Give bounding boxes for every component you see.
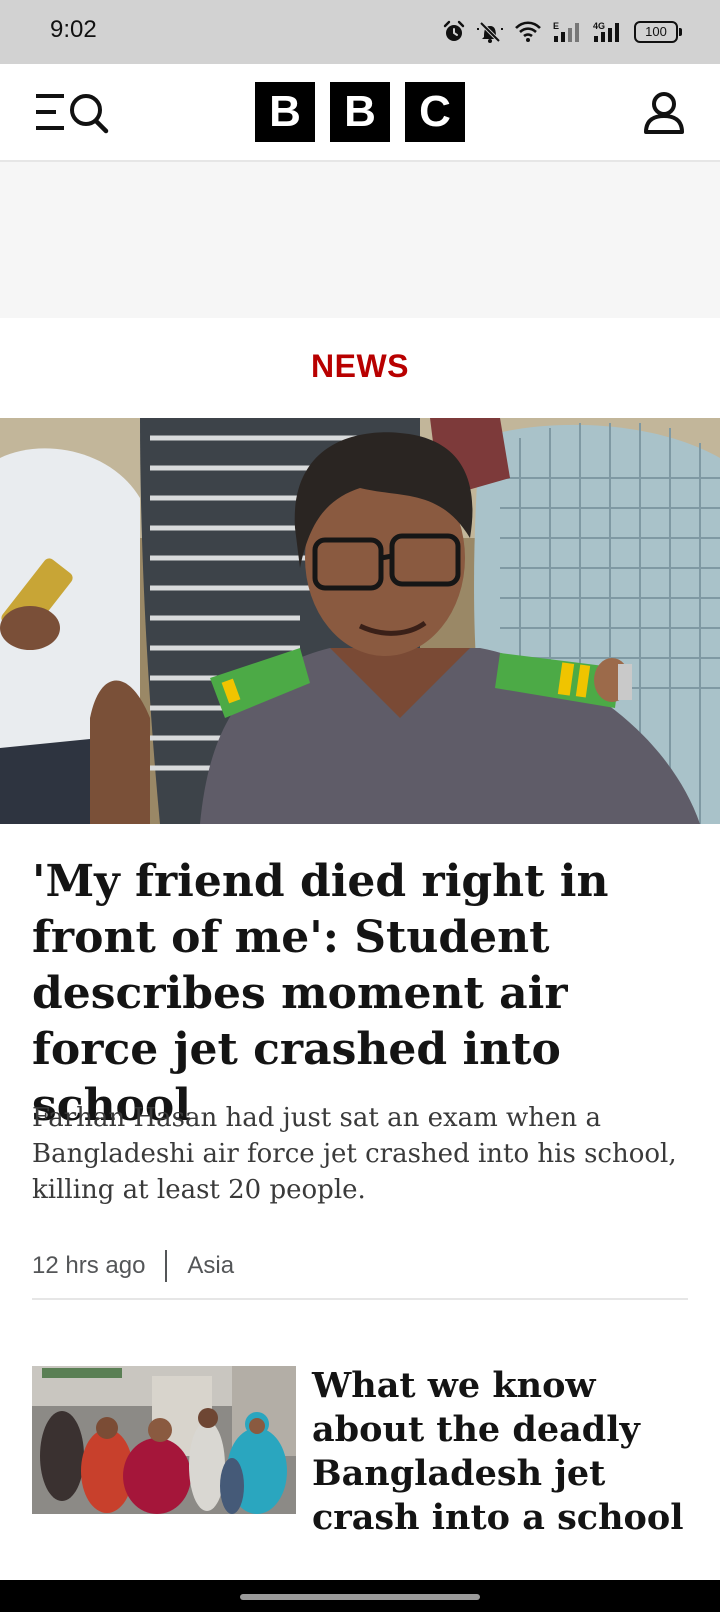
bbc-logo[interactable]: B B C: [255, 82, 465, 142]
ad-placeholder: [0, 162, 720, 318]
alarm-icon: [443, 20, 465, 41]
lead-story-headline[interactable]: 'My friend died right in front of me': S…: [32, 854, 692, 1134]
logo-letter: B: [330, 82, 390, 142]
bbc-news-screen: 9:02 E 4G 100 B B C NEWS 'My friend died…: [0, 0, 720, 1612]
account-icon[interactable]: [642, 90, 686, 134]
wifi-icon: [515, 21, 541, 42]
logo-letter: C: [405, 82, 465, 142]
svg-text:E: E: [553, 21, 559, 31]
status-icons: E 4G 100: [442, 18, 682, 46]
lead-story-image[interactable]: [0, 418, 720, 824]
signal-e-icon: E: [553, 21, 579, 42]
lead-story-summary[interactable]: Farhan Hasan had just sat an exam when a…: [32, 1100, 692, 1208]
menu-search-icon[interactable]: [34, 90, 114, 134]
second-story-image[interactable]: [32, 1366, 296, 1514]
section-title[interactable]: NEWS: [0, 348, 720, 385]
battery-level: 100: [634, 21, 678, 43]
signal-4g-icon: 4G: [593, 21, 619, 42]
system-nav-bar: [0, 1580, 720, 1612]
status-time: 9:02: [50, 16, 97, 43]
home-indicator[interactable]: [240, 1594, 480, 1600]
second-story-headline[interactable]: What we know about the deadly Bangladesh…: [312, 1364, 692, 1540]
status-bar: 9:02 E 4G 100: [0, 0, 720, 64]
meta-divider: [165, 1250, 168, 1282]
lead-story-meta: 12 hrs ago Asia: [32, 1250, 234, 1282]
mute-icon: [477, 21, 503, 43]
lead-story-time: 12 hrs ago: [32, 1252, 146, 1279]
battery-icon: 100: [634, 21, 682, 43]
lead-story-topic[interactable]: Asia: [187, 1252, 234, 1280]
site-header: B B C: [0, 64, 720, 162]
logo-letter: B: [255, 82, 315, 142]
svg-text:4G: 4G: [593, 21, 605, 31]
story-divider: [32, 1298, 688, 1300]
